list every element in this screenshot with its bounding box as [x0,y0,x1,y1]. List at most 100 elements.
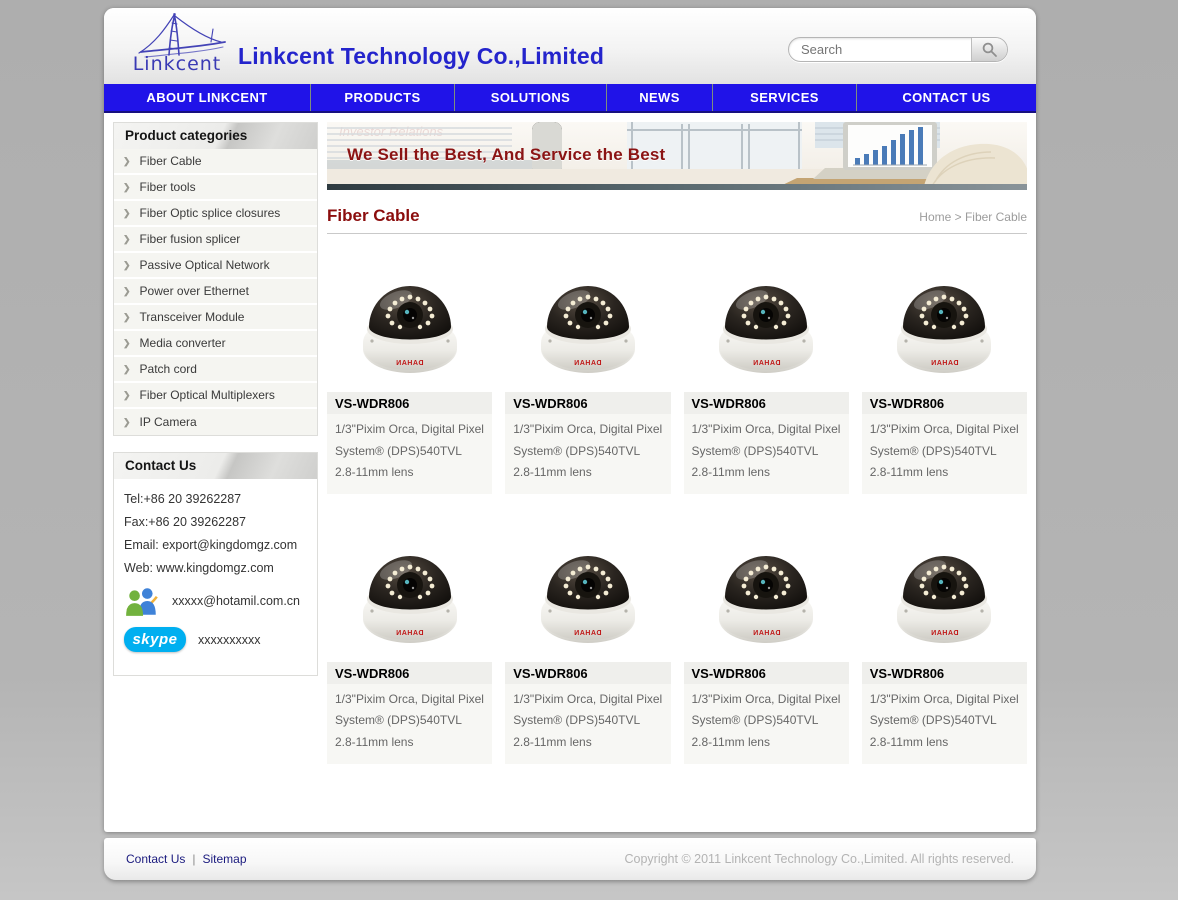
msn-buddies-icon [124,585,160,617]
product-card[interactable]: DAHAN VS-WDR806 1/3"Pixim Orca, Digital … [684,246,849,494]
product-image[interactable]: DAHAN [327,246,492,392]
contact-tel: Tel:+86 20 39262287 [124,492,307,506]
camera-brand-text: DAHAN [684,360,849,367]
category-label: Fiber Optic splice closures [140,206,281,220]
category-label: Media converter [140,336,226,350]
company-title: Linkcent Technology Co.,Limited [238,43,604,70]
nav-solutions[interactable]: SOLUTIONS [455,84,607,111]
sidebar-item-fiber-fusion-splicer[interactable]: ❯Fiber fusion splicer [114,227,317,253]
footer-links: Contact Us|Sitemap [126,852,247,866]
search-button[interactable] [971,38,1007,61]
product-image[interactable]: DAHAN [327,516,492,662]
product-card[interactable]: DAHAN VS-WDR806 1/3"Pixim Orca, Digital … [327,516,492,764]
product-description: 1/3"Pixim Orca, Digital Pixel System® (D… [327,414,492,494]
sidebar-item-fiber-tools[interactable]: ❯Fiber tools [114,175,317,201]
camera-brand-text: DAHAN [327,630,492,637]
category-label: Fiber fusion splicer [140,232,241,246]
product-grid: DAHAN VS-WDR806 1/3"Pixim Orca, Digital … [327,246,1027,764]
product-description: 1/3"Pixim Orca, Digital Pixel System® (D… [327,684,492,764]
contact-web: Web: www.kingdomgz.com [124,561,307,575]
nav-products[interactable]: PRODUCTS [311,84,455,111]
product-image[interactable]: DAHAN [862,246,1027,392]
product-name[interactable]: VS-WDR806 [684,662,849,684]
product-card[interactable]: DAHAN VS-WDR806 1/3"Pixim Orca, Digital … [862,246,1027,494]
chevron-right-icon: ❯ [123,390,131,401]
product-description: 1/3"Pixim Orca, Digital Pixel System® (D… [505,414,670,494]
contact-us-box: Contact Us Tel:+86 20 39262287 Fax:+86 2… [113,452,318,676]
main-column: Investor Relations [327,122,1027,764]
product-card[interactable]: DAHAN VS-WDR806 1/3"Pixim Orca, Digital … [327,246,492,494]
product-name[interactable]: VS-WDR806 [327,662,492,684]
product-name[interactable]: VS-WDR806 [684,392,849,414]
sidebar-item-power-over-ethernet[interactable]: ❯ Power over Ethernet [114,279,317,305]
sidebar-item-fiber-optical-multiplexers[interactable]: ❯ Fiber Optical Multiplexers [114,383,317,409]
product-description: 1/3"Pixim Orca, Digital Pixel System® (D… [862,414,1027,494]
chevron-right-icon: ❯ [123,338,131,349]
footer-link-sitemap[interactable]: Sitemap [202,852,246,866]
nav-services[interactable]: SERVICES [713,84,857,111]
breadcrumb[interactable]: Home > Fiber Cable [919,210,1027,224]
camera-brand-text: DAHAN [505,630,670,637]
content-area: Product categories ❯Fiber Cable ❯Fiber t… [104,113,1036,764]
bridge-logo-icon [123,11,231,59]
svg-text:Investor Relations: Investor Relations [339,124,444,139]
category-label: Transceiver Module [140,310,245,324]
sidebar-item-ip-camera[interactable]: ❯IP Camera [114,409,317,435]
product-card[interactable]: DAHAN VS-WDR806 1/3"Pixim Orca, Digital … [505,246,670,494]
product-name[interactable]: VS-WDR806 [327,392,492,414]
footer-link-contact-us[interactable]: Contact Us [126,852,185,866]
site-container: Linkcent Linkcent Technology Co.,Limited… [104,8,1036,880]
chevron-right-icon: ❯ [123,286,131,297]
product-name[interactable]: VS-WDR806 [862,392,1027,414]
sidebar-item-media-converter[interactable]: ❯ Media converter [114,331,317,357]
msn-address: xxxxx@hotamil.com.cn [172,594,300,608]
product-name[interactable]: VS-WDR806 [862,662,1027,684]
page-heading-row: Fiber Cable Home > Fiber Cable [327,206,1027,234]
chevron-right-icon: ❯ [123,156,131,167]
contact-fax: Fax:+86 20 39262287 [124,515,307,529]
nav-contact-us[interactable]: CONTACT US [857,84,1036,111]
product-description: 1/3"Pixim Orca, Digital Pixel System® (D… [684,684,849,764]
product-image[interactable]: DAHAN [684,246,849,392]
product-image[interactable]: DAHAN [505,516,670,662]
product-image[interactable]: DAHAN [684,516,849,662]
company-logo[interactable]: Linkcent [116,11,238,83]
product-name[interactable]: VS-WDR806 [505,662,670,684]
chevron-right-icon: ❯ [123,364,131,375]
search-input[interactable] [801,40,967,59]
msn-row: xxxxx@hotamil.com.cn [124,585,307,617]
nav-news[interactable]: NEWS [607,84,713,111]
contact-body: Tel:+86 20 39262287 Fax:+86 20 39262287 … [114,479,317,675]
sidebar-item-passive-optical-network[interactable]: ❯Passive Optical Network [114,253,317,279]
sidebar-item-transceiver-module[interactable]: ❯Transceiver Module [114,305,317,331]
camera-brand-text: DAHAN [684,630,849,637]
camera-brand-text: DAHAN [505,360,670,367]
category-label: Fiber Optical Multiplexers [140,388,275,402]
page-title: Fiber Cable [327,206,420,226]
sidebar-item-patch-cord[interactable]: ❯Patch cord [114,357,317,383]
magnifier-icon [981,41,998,58]
banner-slogan: We Sell the Best, And Service the Best [347,145,665,165]
product-description: 1/3"Pixim Orca, Digital Pixel System® (D… [505,684,670,764]
camera-brand-text: DAHAN [862,630,1027,637]
hero-banner: Investor Relations [327,122,1027,190]
product-name[interactable]: VS-WDR806 [505,392,670,414]
product-image[interactable]: DAHAN [505,246,670,392]
nav-about-linkcent[interactable]: ABOUT LINKCENT [104,84,311,111]
contact-us-title: Contact Us [114,453,317,479]
category-label: Power over Ethernet [140,284,249,298]
product-card[interactable]: DAHAN VS-WDR806 1/3"Pixim Orca, Digital … [862,516,1027,764]
site-header: Linkcent Linkcent Technology Co.,Limited [104,8,1036,84]
skype-row: skype xxxxxxxxxx [124,627,307,652]
category-label: Fiber tools [140,180,196,194]
category-label: Passive Optical Network [140,258,270,272]
product-image[interactable]: DAHAN [862,516,1027,662]
sidebar: Product categories ❯Fiber Cable ❯Fiber t… [113,122,318,692]
sidebar-item-fiber-cable[interactable]: ❯Fiber Cable [114,149,317,175]
logo-wordmark: Linkcent [116,53,238,75]
product-description: 1/3"Pixim Orca, Digital Pixel System® (D… [684,414,849,494]
main-nav: ABOUT LINKCENT PRODUCTS SOLUTIONS NEWS S… [104,84,1036,113]
product-card[interactable]: DAHAN VS-WDR806 1/3"Pixim Orca, Digital … [684,516,849,764]
product-card[interactable]: DAHAN VS-WDR806 1/3"Pixim Orca, Digital … [505,516,670,764]
sidebar-item-fiber-optic-splice-closures[interactable]: ❯Fiber Optic splice closures [114,201,317,227]
